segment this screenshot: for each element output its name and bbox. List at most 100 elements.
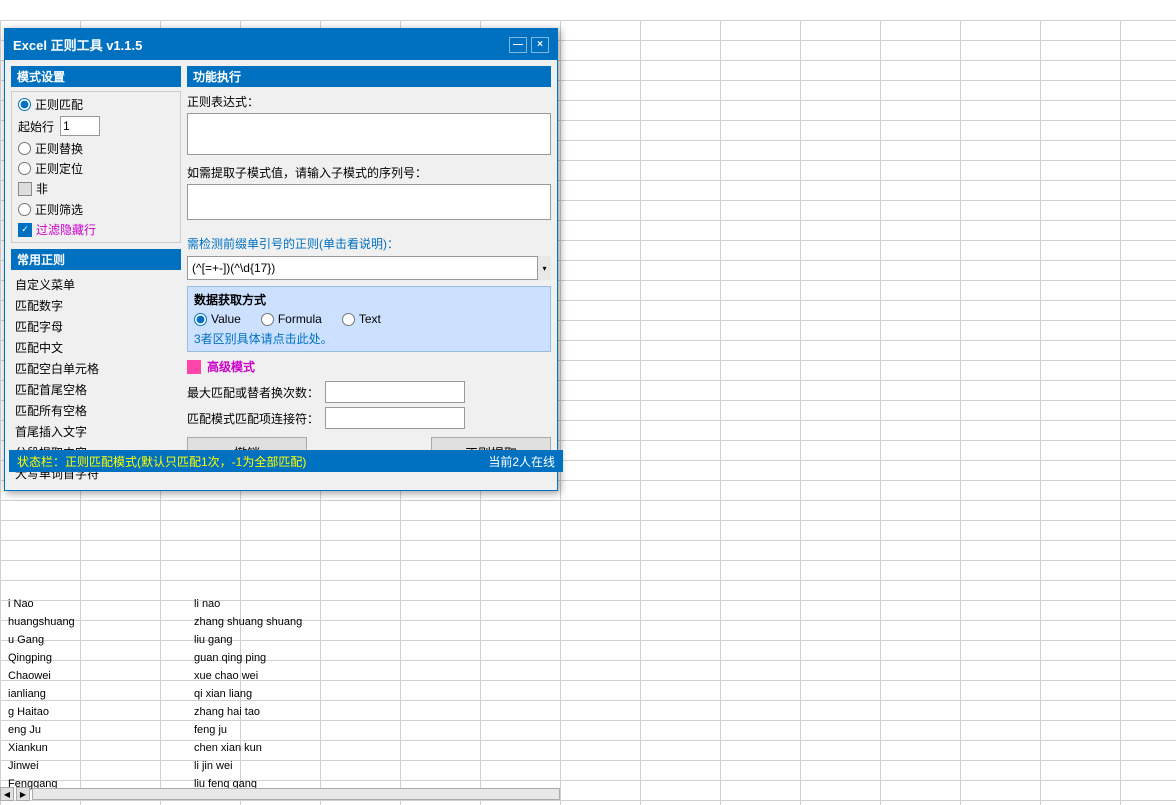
table-row: Chaoweixue chao wei: [4, 667, 560, 685]
rule-item-6[interactable]: 匹配所有空格: [11, 400, 181, 421]
radio-option-formula: Formula: [261, 312, 322, 326]
detect-link[interactable]: 需检测前缀单引号的正则(单击看说明)：: [187, 235, 551, 252]
rule-item-5[interactable]: 匹配首尾空格: [11, 379, 181, 400]
status-bar: 状态栏：正则匹配模式(默认只匹配1次，-1为全部匹配) 当前2人在线: [9, 450, 563, 472]
dialog-title: Excel 正则工具 v1.1.5: [13, 35, 142, 54]
rule-item-4[interactable]: 匹配空白单元格: [11, 358, 181, 379]
mode-radio-2[interactable]: [18, 142, 31, 155]
rule-item-2[interactable]: 匹配字母: [11, 316, 181, 337]
mode-radio-4[interactable]: [18, 203, 31, 216]
mode-radio-1[interactable]: [18, 98, 31, 111]
mode-row-3: 正则定位: [18, 160, 174, 177]
radio-formula-label: Formula: [278, 312, 322, 326]
cell-col1: eng Ju: [4, 721, 134, 739]
regex-textarea[interactable]: [187, 113, 551, 155]
table-row: Xiankunchen xian kun: [4, 739, 560, 757]
cell-col2: zhang hai tao: [134, 703, 394, 721]
table-row: g Haitaozhang hai tao: [4, 703, 560, 721]
radio-option-value: Value: [194, 312, 241, 326]
close-button[interactable]: ×: [531, 37, 549, 53]
cell-col1: Qingping: [4, 649, 134, 667]
detect-input[interactable]: [187, 256, 551, 280]
connector-input[interactable]: [325, 407, 465, 429]
table-row: Jinweili jin wei: [4, 757, 560, 775]
start-row-label: 起始行: [18, 118, 54, 135]
scrollbar-area[interactable]: ◀ ▶: [0, 787, 560, 801]
table-row: eng Jufeng ju: [4, 721, 560, 739]
right-panel: 功能执行 正则表达式： 如需提取子模式值，请输入子模式的序列号： 需检测前缀单引…: [187, 66, 551, 484]
mode-label-2: 正则替换: [35, 140, 83, 157]
spreadsheet-data: i Naoli naohuangshuangzhang shuang shuan…: [0, 595, 560, 793]
scroll-track[interactable]: [32, 788, 560, 800]
cell-col2: qi xian liang: [134, 685, 394, 703]
rule-item-1[interactable]: 匹配数字: [11, 295, 181, 316]
mode-label-1: 正则匹配: [35, 96, 83, 113]
mode-label-3: 正则定位: [35, 160, 83, 177]
cell-col2: xue chao wei: [134, 667, 394, 685]
cell-col1: Chaowei: [4, 667, 134, 685]
radio-value-label: Value: [211, 312, 241, 326]
cell-col2: chen xian kun: [134, 739, 394, 757]
non-row: 非: [18, 180, 174, 197]
cell-col1: huangshuang: [4, 613, 134, 631]
cell-col2: guan qing ping: [134, 649, 394, 667]
non-checkbox[interactable]: [18, 182, 32, 196]
cell-col1: ianliang: [4, 685, 134, 703]
subpattern-label: 如需提取子模式值，请输入子模式的序列号：: [187, 164, 551, 181]
mode-row-2: 正则替换: [18, 140, 174, 157]
radio-value[interactable]: [194, 313, 207, 326]
left-panel: 模式设置 正则匹配 起始行 正则替换 正则定位: [11, 66, 181, 484]
regex-textarea-wrapper: [187, 113, 551, 158]
max-match-label: 最大匹配或替者换次数：: [187, 384, 319, 401]
scroll-left-arrow[interactable]: ◀: [0, 787, 14, 801]
non-label: 非: [36, 180, 48, 197]
table-row: u Gangliu gang: [4, 631, 560, 649]
diff-link[interactable]: 3者区别具体请点击此处。: [194, 330, 544, 347]
cell-col2: feng ju: [134, 721, 394, 739]
radio-text-label: Text: [359, 312, 381, 326]
advanced-label: 高级模式: [207, 358, 255, 375]
radio-options: Value Formula Text: [194, 312, 544, 326]
filter-checkbox[interactable]: ✓: [18, 223, 32, 237]
detect-input-arrow: ▾: [537, 256, 551, 280]
table-row: huangshuangzhang shuang shuang: [4, 613, 560, 631]
cell-col1: Jinwei: [4, 757, 134, 775]
subpattern-textarea[interactable]: [187, 184, 551, 220]
connector-row: 匹配模式匹配项连接符：: [187, 407, 551, 429]
max-match-input[interactable]: [325, 381, 465, 403]
rule-item-0[interactable]: 自定义菜单: [11, 274, 181, 295]
mode-section-title: 模式设置: [11, 66, 181, 87]
data-fetch-title: 数据获取方式: [194, 291, 544, 308]
cell-col1: Xiankun: [4, 739, 134, 757]
cell-col2: li nao: [134, 595, 394, 613]
max-match-row: 最大匹配或替者换次数：: [187, 381, 551, 403]
radio-formula[interactable]: [261, 313, 274, 326]
radio-text[interactable]: [342, 313, 355, 326]
radio-option-text: Text: [342, 312, 381, 326]
filter-label: 过滤隐藏行: [36, 221, 96, 238]
detect-input-wrapper: ▾: [187, 256, 551, 280]
mode-radio-3[interactable]: [18, 162, 31, 175]
rule-item-7[interactable]: 首尾插入文字: [11, 421, 181, 442]
minimize-button[interactable]: —: [509, 37, 527, 53]
advanced-mode-indicator: [187, 360, 201, 374]
scroll-right-arrow[interactable]: ▶: [16, 787, 30, 801]
start-row-input[interactable]: [60, 116, 100, 136]
dialog-body: 模式设置 正则匹配 起始行 正则替换 正则定位: [5, 60, 557, 490]
filter-row: ✓ 过滤隐藏行: [18, 221, 174, 238]
rule-item-3[interactable]: 匹配中文: [11, 337, 181, 358]
cell-col1: g Haitao: [4, 703, 134, 721]
status-text: 状态栏：正则匹配模式(默认只匹配1次，-1为全部匹配): [17, 453, 306, 470]
cell-col2: liu gang: [134, 631, 394, 649]
table-row: Qingpingguan qing ping: [4, 649, 560, 667]
mode-label-4: 正则筛选: [35, 201, 83, 218]
main-dialog: Excel 正则工具 v1.1.5 — × 模式设置 正则匹配 起始行: [4, 28, 558, 491]
cell-col1: u Gang: [4, 631, 134, 649]
cell-col1: i Nao: [4, 595, 134, 613]
cell-col2: li jin wei: [134, 757, 394, 775]
mode-row-4: 正则筛选: [18, 201, 174, 218]
connector-label: 匹配模式匹配项连接符：: [187, 410, 319, 427]
status-online: 当前2人在线: [488, 453, 555, 470]
cell-col2: zhang shuang shuang: [134, 613, 394, 631]
common-rules-title: 常用正则: [11, 249, 181, 270]
